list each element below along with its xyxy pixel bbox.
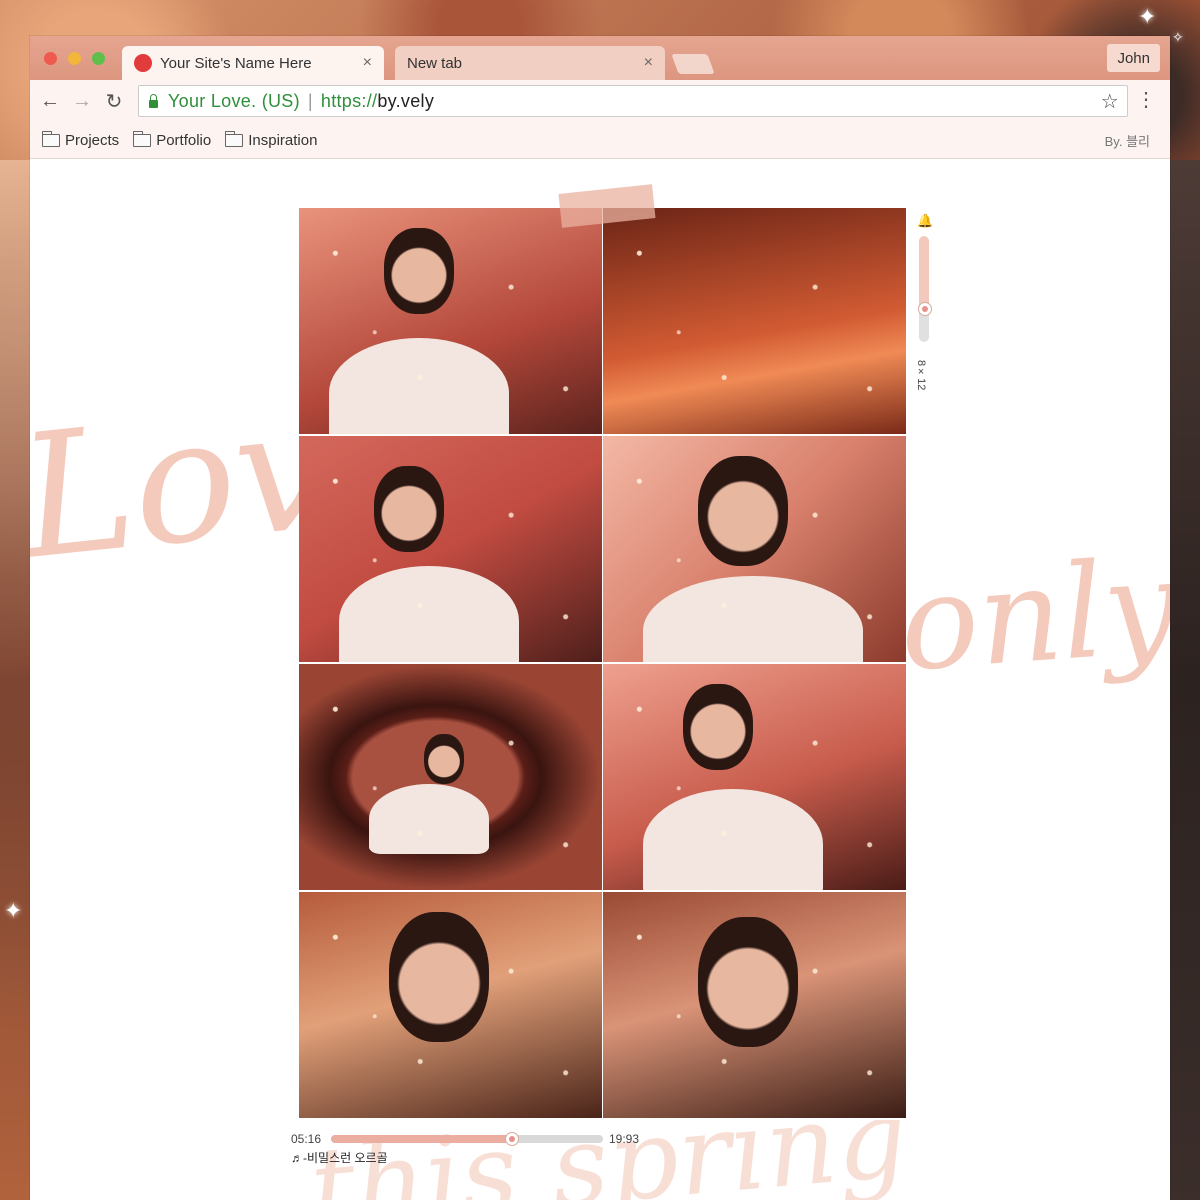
bookmarks-bar: Projects Portfolio Inspiration By. 블리: [30, 122, 1170, 159]
background-strip-right: [1170, 160, 1200, 1200]
window-close-button[interactable]: [44, 52, 57, 65]
title-bar: Your Site's Name Here × New tab × John: [30, 36, 1170, 80]
photo-tile: [299, 208, 602, 434]
figure-head: [698, 456, 788, 566]
figure-body: [643, 789, 823, 890]
sparkle-icon: ✦: [4, 898, 23, 923]
progress-bar[interactable]: [331, 1132, 603, 1146]
author-credit: By. 블리: [1104, 133, 1150, 149]
bookmark-label: Inspiration: [248, 131, 318, 149]
url-scheme: https://: [320, 90, 378, 111]
music-player: 05:16 19:93 ♬-비밀스런 오르골: [291, 1129, 651, 1165]
page-content: Love only this spring 🔔 8×12 05:16 19:93…: [30, 159, 1170, 1200]
photo-tile: [299, 664, 602, 890]
forward-button[interactable]: →: [66, 90, 98, 113]
address-bar[interactable]: Your Love. (US) | https:// by.vely ☆: [138, 85, 1128, 117]
figure-body: [339, 566, 519, 662]
url-host: by.vely: [377, 90, 435, 111]
figure-body: [643, 576, 863, 662]
tab-new-tab[interactable]: New tab ×: [395, 46, 665, 80]
bookmark-label: Portfolio: [156, 131, 212, 149]
bookmark-projects[interactable]: Projects: [41, 130, 120, 149]
figure-head: [424, 734, 464, 784]
grid-size-label: 8×12: [915, 360, 927, 391]
volume-track[interactable]: [918, 236, 932, 342]
tab-title: New tab: [407, 54, 463, 72]
folder-icon: [132, 130, 152, 147]
volume-slider[interactable]: 🔔 8×12: [915, 213, 934, 391]
browser-menu-icon[interactable]: ⋮: [1136, 90, 1156, 110]
figure-body: [369, 784, 489, 854]
browser-toolbar: ← → ↻ Your Love. (US) | https:// by.vely…: [30, 80, 1170, 122]
bookmark-portfolio[interactable]: Portfolio: [132, 130, 212, 149]
volume-thumb[interactable]: [918, 301, 932, 316]
photo-tile: [603, 664, 906, 890]
time-total: 19:93: [609, 1132, 640, 1146]
progress-thumb[interactable]: [504, 1132, 519, 1146]
sparkle-icon: ✦: [1138, 4, 1157, 29]
back-button[interactable]: ←: [34, 90, 66, 113]
window-minimize-button[interactable]: [68, 52, 81, 65]
progress-fill: [331, 1135, 511, 1143]
bell-icon: 🔔: [917, 213, 934, 228]
photo-tile: [299, 436, 602, 662]
script-decoration-right: only: [895, 529, 1170, 701]
bookmark-label: Projects: [65, 131, 120, 149]
profile-button[interactable]: John: [1107, 44, 1160, 72]
figure-head: [384, 228, 454, 314]
folder-icon: [224, 130, 244, 147]
reload-button[interactable]: ↻: [98, 89, 130, 114]
tab-close-icon[interactable]: ×: [363, 54, 372, 72]
figure-head: [698, 917, 798, 1047]
background-strip-left: [0, 160, 30, 1200]
photo-tile: [603, 436, 906, 662]
lock-icon: [149, 94, 158, 108]
photo-tile: [299, 892, 602, 1118]
new-tab-button[interactable]: [671, 54, 715, 74]
sparkle-icon: ✧: [1172, 29, 1184, 45]
tab-close-icon[interactable]: ×: [644, 54, 653, 72]
track-title: ♬-비밀스런 오르골: [291, 1151, 388, 1165]
tab-title: Your Site's Name Here: [160, 54, 312, 72]
tab-site[interactable]: Your Site's Name Here ×: [122, 46, 384, 80]
figure-body: [329, 338, 509, 434]
secure-label: Your Love. (US): [168, 90, 300, 111]
photo-tile: [603, 208, 906, 434]
photo-grid: [299, 208, 906, 1120]
figure-head: [374, 466, 444, 552]
figure-head: [683, 684, 753, 770]
window-maximize-button[interactable]: [92, 52, 105, 65]
favicon-icon: [134, 54, 152, 72]
browser-window: Your Site's Name Here × New tab × John ←…: [30, 36, 1170, 1200]
folder-icon: [41, 130, 60, 147]
photo-tile: [603, 892, 906, 1118]
address-separator: |: [307, 90, 313, 111]
figure-head: [389, 912, 489, 1042]
bookmark-star-icon[interactable]: ☆: [1101, 89, 1119, 114]
time-elapsed: 05:16: [291, 1132, 322, 1146]
bookmark-inspiration[interactable]: Inspiration: [224, 130, 318, 149]
